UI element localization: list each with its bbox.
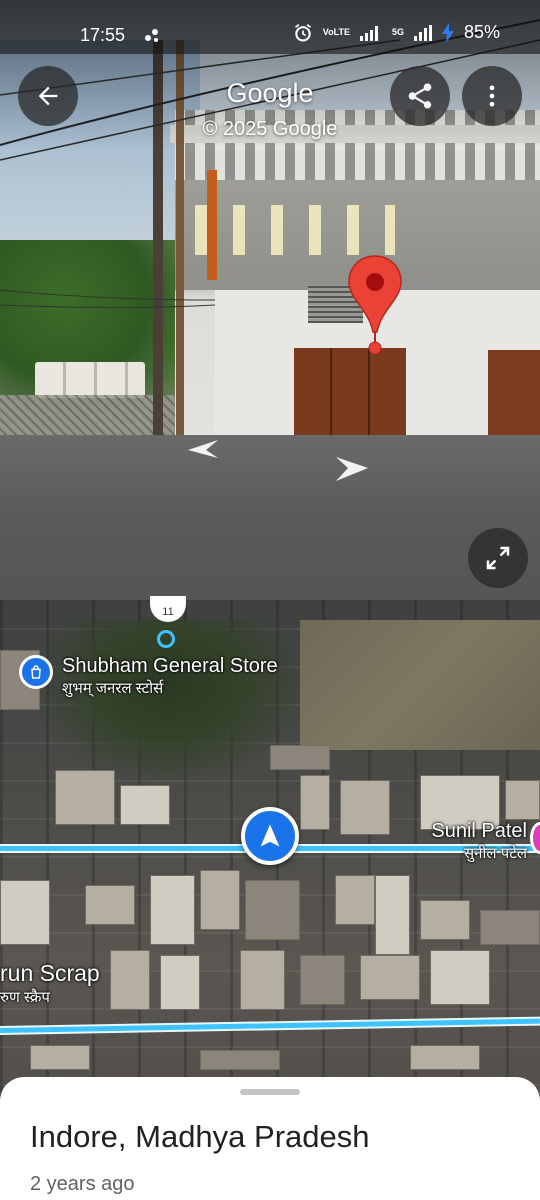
road-surface bbox=[0, 435, 540, 600]
map-building bbox=[0, 880, 50, 945]
map-building bbox=[270, 745, 330, 770]
signal-bars-icon bbox=[359, 25, 378, 41]
map-building bbox=[420, 900, 470, 940]
poi-arun-name-hindi: रुण स्क्रैप bbox=[0, 989, 50, 1006]
transit-marker-label: 11 bbox=[162, 606, 174, 618]
map-building bbox=[375, 875, 410, 955]
orange-pipe bbox=[207, 170, 217, 280]
nav-arrow-left-icon[interactable] bbox=[184, 436, 224, 460]
shop-shutter bbox=[294, 348, 406, 438]
alarm-icon bbox=[294, 23, 311, 42]
map-building bbox=[150, 875, 195, 945]
place-title: Indore, Madhya Pradesh bbox=[30, 1119, 370, 1154]
map-building bbox=[360, 955, 420, 1000]
water-tanks bbox=[35, 362, 145, 398]
share-icon bbox=[408, 83, 432, 109]
map-building bbox=[480, 910, 540, 945]
navigation-arrow-icon bbox=[260, 824, 280, 847]
map-building bbox=[300, 775, 330, 830]
parapet-openings bbox=[195, 205, 395, 255]
map-building bbox=[120, 785, 170, 825]
share-button[interactable] bbox=[390, 66, 450, 126]
map-building bbox=[300, 955, 345, 1005]
map-open-field bbox=[300, 620, 540, 750]
status-icons: VoLTE 5G 85% bbox=[293, 22, 500, 43]
poi-label-shubham[interactable]: Shubham General Store शुभम् जनरल स्टोर्स bbox=[62, 655, 278, 698]
more-vert-icon bbox=[489, 85, 495, 107]
signal-bars-2-icon bbox=[413, 24, 432, 41]
poi-label-sunil[interactable]: Sunil Patel सुनील पटेल bbox=[412, 820, 527, 863]
map-building bbox=[335, 875, 375, 925]
expand-icon bbox=[486, 546, 510, 570]
location-pin-icon[interactable] bbox=[347, 254, 403, 356]
nav-arrow-right-icon[interactable] bbox=[332, 455, 372, 483]
map-building bbox=[200, 1050, 280, 1070]
expand-button[interactable] bbox=[468, 528, 528, 588]
battery-percent: 85% bbox=[463, 22, 500, 42]
poi-shubham-name-hindi: शुभम् जनरल स्टोर्स bbox=[62, 680, 164, 697]
street-view-title: Google bbox=[226, 78, 314, 108]
poi-sunil-name-hindi: सुनील पटेल bbox=[464, 845, 527, 862]
5g-signal-icon: 5G bbox=[391, 27, 404, 37]
volte-icon: VoLTE bbox=[322, 27, 350, 37]
map-building bbox=[240, 950, 285, 1010]
capture-age: 2 years ago bbox=[30, 1173, 135, 1195]
map-building bbox=[85, 885, 135, 925]
signal-share-icon bbox=[145, 29, 158, 42]
poi-shubham-name: Shubham General Store bbox=[62, 655, 278, 677]
street-view-copyright: © 2025 Google bbox=[202, 118, 338, 140]
street-view-panorama[interactable]: Google © 2025 Google bbox=[0, 0, 540, 600]
map-road bbox=[0, 1018, 540, 1033]
drag-handle[interactable] bbox=[240, 1089, 300, 1095]
map-poi-dot-icon[interactable] bbox=[157, 630, 175, 648]
map-building bbox=[200, 870, 240, 930]
shopping-bag-glyph-icon bbox=[31, 665, 41, 679]
map-building bbox=[430, 950, 490, 1005]
map-building bbox=[30, 1045, 90, 1070]
map-building bbox=[410, 1045, 480, 1070]
back-arrow-icon bbox=[38, 86, 58, 106]
map-building bbox=[245, 880, 300, 940]
map-building bbox=[340, 780, 390, 835]
charging-icon bbox=[441, 22, 454, 43]
street-view-location-button[interactable] bbox=[241, 807, 299, 865]
map-building bbox=[110, 950, 150, 1010]
status-bar: 17:55 VoLTE 5G 85% bbox=[0, 0, 540, 54]
map-building bbox=[55, 770, 115, 825]
more-options-button[interactable] bbox=[462, 66, 522, 126]
map-building bbox=[160, 955, 200, 1010]
poi-sunil-name: Sunil Patel bbox=[431, 820, 527, 842]
poi-label-arun[interactable]: run Scrap रुण स्क्रैप bbox=[0, 960, 100, 1007]
status-time: 17:55 bbox=[80, 25, 126, 45]
poi-arun-name: run Scrap bbox=[0, 960, 100, 986]
place-bottom-sheet[interactable]: Indore, Madhya Pradesh 2 years ago bbox=[0, 1077, 540, 1200]
map-building bbox=[505, 780, 540, 820]
shopping-bag-icon[interactable] bbox=[19, 655, 53, 689]
back-button[interactable] bbox=[18, 66, 78, 126]
